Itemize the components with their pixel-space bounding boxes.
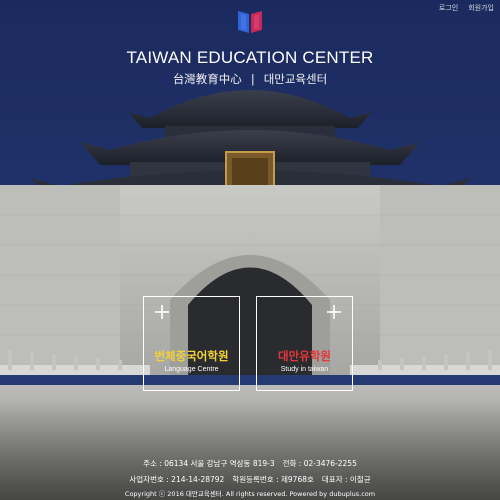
footer-copyright: Copyright ⓒ 2016 대만교육센터. All rights rese…: [124, 490, 376, 498]
footer-business-line: 사업자번호 : 214-14-28792 학원등록번호 : 제9768호 대표자 :…: [0, 474, 500, 485]
footer-academy-number: 학원등록번호 : 제9768호: [232, 475, 314, 484]
study-in-taiwan-title: 대만유학원: [278, 349, 331, 363]
subtitle-korean: 대만교육센터: [263, 72, 328, 86]
footer-ceo: 대표자 : 이철균: [321, 475, 371, 484]
site-subtitle: 台灣教育中心 | 대만교육센터: [0, 71, 500, 87]
footer-address: 주소 : 06134 서울 강남구 역삼동 819-3: [143, 459, 275, 468]
language-centre-card[interactable]: 번체중국어학원 Language Centre: [143, 296, 240, 391]
footer-address-line: 주소 : 06134 서울 강남구 역삼동 819-3 전화 : 02-3476-…: [0, 458, 500, 469]
subtitle-separator: |: [250, 72, 255, 86]
study-in-taiwan-subtitle: Study in taiwan: [280, 366, 329, 373]
study-in-taiwan-card[interactable]: 대만유학원 Study in taiwan: [256, 296, 353, 391]
login-link[interactable]: 로그인: [439, 3, 458, 13]
footer-phone: 전화 : 02-3476-2255: [282, 459, 357, 468]
join-link[interactable]: 회원가입: [468, 3, 494, 13]
language-centre-subtitle: Language Centre: [164, 366, 219, 373]
subtitle-chinese: 台灣教育中心: [172, 72, 242, 86]
footer-business-number: 사업자번호 : 214-14-28792: [129, 475, 225, 484]
top-nav: 로그인 회원가입: [439, 3, 494, 13]
plus-icon: [155, 305, 169, 319]
landing-page: 로그인 회원가입 TAIWAN EDUCATION CENTER 台灣教育中心 |…: [0, 0, 500, 500]
brand-logo-icon[interactable]: [236, 7, 264, 35]
site-title: TAIWAN EDUCATION CENTER: [126, 48, 374, 67]
plus-icon: [327, 305, 341, 319]
language-centre-title: 번체중국어학원: [154, 349, 229, 363]
